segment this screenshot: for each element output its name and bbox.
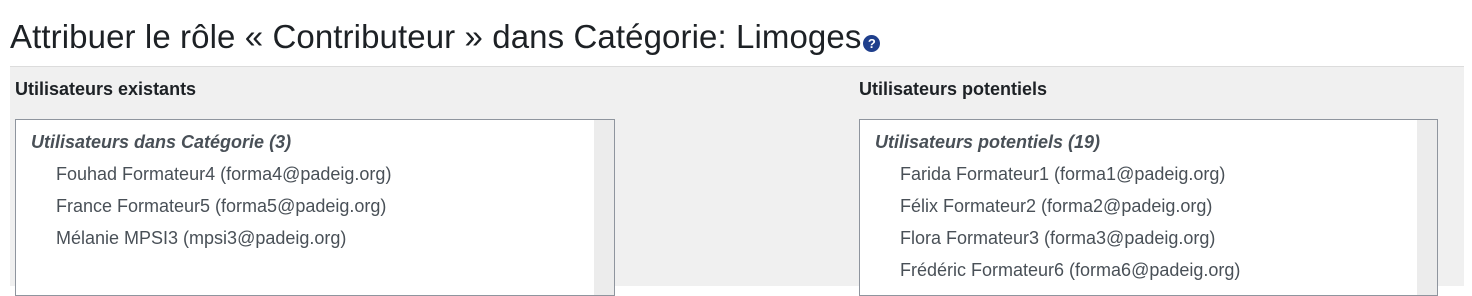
potential-user-option[interactable]: Flora Formateur3 (forma3@padeig.org) xyxy=(900,224,1240,256)
existing-users-scrollbar[interactable] xyxy=(594,120,614,295)
existing-users-list: Fouhad Formateur4 (forma4@padeig.org) Fr… xyxy=(56,160,391,256)
potential-users-heading: Utilisateurs potentiels xyxy=(859,79,1048,99)
existing-users-heading: Utilisateurs existants xyxy=(15,79,197,99)
existing-user-option[interactable]: France Formateur5 (forma5@padeig.org) xyxy=(56,192,391,224)
potential-user-option[interactable]: Farida Formateur1 (forma1@padeig.org) xyxy=(900,160,1240,192)
existing-user-option[interactable]: Fouhad Formateur4 (forma4@padeig.org) xyxy=(56,160,391,192)
existing-users-select[interactable]: Utilisateurs dans Catégorie (3) Fouhad F… xyxy=(15,119,615,296)
potential-user-option[interactable]: Félix Formateur2 (forma2@padeig.org) xyxy=(900,192,1240,224)
page-title-text: Attribuer le rôle « Contributeur » dans … xyxy=(10,18,862,55)
role-assign-panel: Utilisateurs existants Utilisateurs dans… xyxy=(10,66,1464,296)
potential-users-scrollbar[interactable] xyxy=(1417,120,1437,295)
potential-users-list: Farida Formateur1 (forma1@padeig.org) Fé… xyxy=(900,160,1240,288)
potential-users-select[interactable]: Utilisateurs potentiels (19) Farida Form… xyxy=(859,119,1438,296)
existing-users-group-label: Utilisateurs dans Catégorie (3) xyxy=(31,132,292,152)
potential-users-group-label: Utilisateurs potentiels (19) xyxy=(875,132,1101,152)
potential-user-option[interactable]: Frédéric Formateur6 (forma6@padeig.org) xyxy=(900,256,1240,288)
question-circle-icon[interactable]: ? xyxy=(863,35,881,52)
existing-user-option[interactable]: Mélanie MPSI3 (mpsi3@padeig.org) xyxy=(56,224,391,256)
page-title: Attribuer le rôle « Contributeur » dans … xyxy=(10,10,881,56)
